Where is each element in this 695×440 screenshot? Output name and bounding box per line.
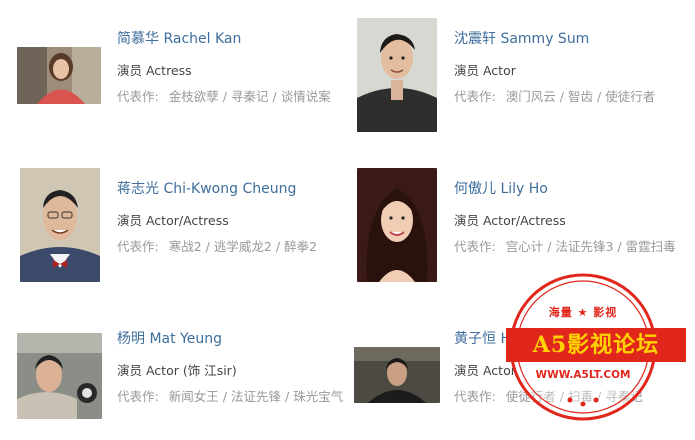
works-label: 代表作: <box>117 389 159 404</box>
work-link[interactable]: 法证先锋3 <box>555 239 613 254</box>
work-link[interactable]: 珠光宝气 <box>293 389 343 404</box>
watermark-main-text: A5影视论坛 <box>506 328 686 362</box>
cast-name-link[interactable]: 杨明 Mat Yeung <box>117 328 222 348</box>
actor-photo[interactable] <box>17 47 101 104</box>
cast-name-link[interactable]: 简慕华 Rachel Kan <box>117 28 241 48</box>
cast-name-link[interactable]: 沈震轩 Sammy Sum <box>454 28 589 48</box>
cast-role: 演员 Actor <box>454 63 516 78</box>
cast-role: 演员 Actor (饰 江sir) <box>117 363 237 378</box>
work-link[interactable]: 雷霆扫毒 <box>626 239 676 254</box>
cast-works: 代表作: 宫心计 / 法证先锋3/雷霆扫毒 <box>454 239 676 254</box>
work-link[interactable]: 逃学威龙2 <box>214 239 272 254</box>
cast-works: 代表作: 寒战2/逃学威龙2/醉拳2 <box>117 239 318 254</box>
actor-photo[interactable] <box>354 347 440 403</box>
cast-card: 杨明 Mat Yeung 演员 Actor (饰 江sir) 代表作: 新闻女王 /… <box>17 320 347 440</box>
work-link[interactable]: 澳门风云 <box>506 89 556 104</box>
cast-card: 简慕华 Rachel Kan 演员 Actress 代表作: 金枝欲孽 / 寻秦记 / 谈… <box>17 20 347 140</box>
cast-role: 演员 Actress <box>117 63 192 78</box>
work-link[interactable]: 寒战2 <box>169 239 202 254</box>
work-link[interactable]: 新闻女王 <box>169 389 219 404</box>
actor-photo[interactable] <box>357 168 437 282</box>
cast-card: 蒋志光 Chi-Kwong Cheung 演员 Actor/Actress 代表… <box>17 168 347 290</box>
cast-role: 演员 Actor/Actress <box>117 213 229 228</box>
work-link[interactable]: 法证先锋 <box>231 389 281 404</box>
cast-card: 沈震轩 Sammy Sum 演员 Actor 代表作: 澳门风云 / 智齿 / 使徒行者 <box>354 18 684 140</box>
cast-works: 代表作: 金枝欲孽 / 寻秦记 / 谈情说案 <box>117 89 331 104</box>
work-link[interactable]: 醉拳2 <box>284 239 317 254</box>
cast-name-link[interactable]: 何傲儿 Lily Ho <box>454 178 548 198</box>
cast-works: 代表作: 澳门风云 / 智齿 / 使徒行者 <box>454 89 656 104</box>
works-label: 代表作: <box>454 389 496 404</box>
actor-photo[interactable] <box>357 18 437 132</box>
actor-photo[interactable] <box>17 333 102 419</box>
work-link[interactable]: 谈情说案 <box>281 89 331 104</box>
works-label: 代表作: <box>117 89 159 104</box>
works-label: 代表作: <box>454 89 496 104</box>
watermark-url-text: WWW.A5LT.COM <box>535 369 631 381</box>
work-link[interactable]: 使徒行者 <box>605 89 655 104</box>
work-link[interactable]: 宫心计 <box>506 239 544 254</box>
cast-name-link[interactable]: 蒋志光 Chi-Kwong Cheung <box>117 178 296 198</box>
works-label: 代表作: <box>117 239 159 254</box>
actor-photo[interactable] <box>20 168 100 282</box>
cast-role: 演员 Actor/Actress <box>454 213 566 228</box>
watermark-stamp: 海量 ★ 影视 A5影视论坛 WWW.A5LT.COM <box>506 272 686 422</box>
cast-role: 演员 Actor <box>454 363 516 378</box>
watermark-top-text: 海量 ★ 影视 <box>548 306 618 319</box>
work-link[interactable]: 寻秦记 <box>231 89 269 104</box>
work-link[interactable]: 智齿 <box>568 89 593 104</box>
works-label: 代表作: <box>454 239 496 254</box>
cast-works: 代表作: 新闻女王 / 法证先锋 / 珠光宝气 <box>117 389 344 404</box>
work-link[interactable]: 金枝欲孽 <box>169 89 219 104</box>
